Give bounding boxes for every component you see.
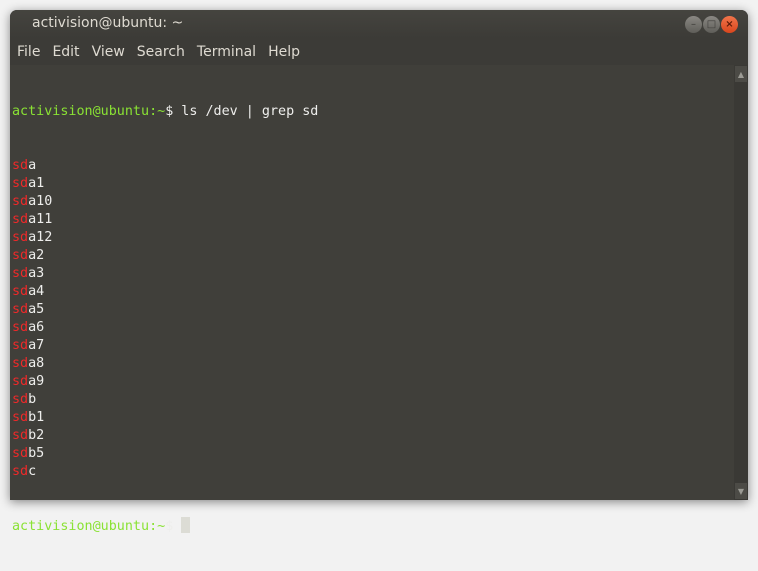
prompt-path: :~	[149, 519, 166, 534]
close-button[interactable]: ×	[721, 16, 738, 33]
grep-match: sd	[12, 338, 29, 353]
grep-match: sd	[12, 320, 29, 335]
menu-file[interactable]: File	[10, 40, 46, 64]
device-suffix: a1	[28, 176, 45, 191]
title-bar[interactable]: activision@ubuntu: ~ – □ ×	[10, 10, 748, 38]
grep-match: sd	[12, 302, 29, 317]
output-line: sda4	[12, 283, 318, 301]
device-suffix: a6	[28, 320, 45, 335]
output-line: sda10	[12, 193, 318, 211]
output-line: sda	[12, 157, 318, 175]
grep-match: sd	[12, 230, 29, 245]
device-suffix: a10	[28, 194, 53, 209]
device-suffix: a11	[28, 212, 53, 227]
device-suffix: b1	[28, 410, 45, 425]
output-line: sdb	[12, 391, 318, 409]
scrollbar[interactable]: ▲ ▼	[734, 65, 748, 500]
window-title: activision@ubuntu: ~	[32, 15, 184, 31]
device-suffix: b2	[28, 428, 45, 443]
grep-match: sd	[12, 158, 29, 173]
output-line: sda6	[12, 319, 318, 337]
grep-match: sd	[12, 428, 29, 443]
grep-match: sd	[12, 212, 29, 227]
scroll-down-icon[interactable]: ▼	[735, 483, 747, 499]
menu-terminal[interactable]: Terminal	[191, 40, 262, 64]
grep-match: sd	[12, 410, 29, 425]
output-line: sda5	[12, 301, 318, 319]
menu-edit[interactable]: Edit	[46, 40, 85, 64]
output-line: sda7	[12, 337, 318, 355]
output-line: sda3	[12, 265, 318, 283]
scroll-up-icon[interactable]: ▲	[735, 66, 747, 82]
grep-match: sd	[12, 446, 29, 461]
grep-match: sd	[12, 266, 29, 281]
device-suffix: a2	[28, 248, 45, 263]
device-suffix: a7	[28, 338, 45, 353]
output-line: sda12	[12, 229, 318, 247]
output-line: sda2	[12, 247, 318, 265]
minimize-button[interactable]: –	[685, 16, 702, 33]
output-line: sdb5	[12, 445, 318, 463]
menu-view[interactable]: View	[86, 40, 131, 64]
prompt-symbol: $	[165, 519, 174, 534]
grep-match: sd	[12, 284, 29, 299]
menu-search[interactable]: Search	[131, 40, 191, 64]
output-line: sda11	[12, 211, 318, 229]
device-suffix: a4	[28, 284, 45, 299]
prompt-user-host: activision@ubuntu	[12, 104, 150, 119]
device-suffix: c	[28, 464, 37, 479]
device-suffix: a	[28, 158, 37, 173]
device-suffix: b5	[28, 446, 45, 461]
terminal-output[interactable]: activision@ubuntu:~$ ls /dev | grep sd s…	[10, 65, 734, 534]
current-prompt-line: activision@ubuntu:~$	[12, 517, 318, 535]
command-text: ls /dev | grep sd	[173, 104, 319, 119]
grep-match: sd	[12, 194, 29, 209]
device-suffix: a8	[28, 356, 45, 371]
grep-match: sd	[12, 464, 29, 479]
device-suffix: a9	[28, 374, 45, 389]
grep-match: sd	[12, 392, 29, 407]
prompt-user-host: activision@ubuntu	[12, 519, 150, 534]
output-line: sdb2	[12, 427, 318, 445]
output-line: sda9	[12, 373, 318, 391]
command-line: activision@ubuntu:~$ ls /dev | grep sd	[12, 103, 318, 121]
maximize-button[interactable]: □	[703, 16, 720, 33]
device-suffix: a5	[28, 302, 45, 317]
prompt-path: :~	[149, 104, 166, 119]
menu-bar: File Edit View Search Terminal Help	[10, 40, 748, 64]
output-line: sdc	[12, 463, 318, 481]
grep-match: sd	[12, 374, 29, 389]
grep-match: sd	[12, 176, 29, 191]
grep-match: sd	[12, 356, 29, 371]
menu-help[interactable]: Help	[262, 40, 306, 64]
device-suffix: a3	[28, 266, 45, 281]
output-line: sda8	[12, 355, 318, 373]
device-suffix: b	[28, 392, 37, 407]
device-suffix: a12	[28, 230, 53, 245]
output-line: sdb1	[12, 409, 318, 427]
terminal-lines: activision@ubuntu:~$ ls /dev | grep sd s…	[12, 67, 318, 571]
text-cursor	[181, 517, 191, 533]
output-line: sda1	[12, 175, 318, 193]
grep-match: sd	[12, 248, 29, 263]
